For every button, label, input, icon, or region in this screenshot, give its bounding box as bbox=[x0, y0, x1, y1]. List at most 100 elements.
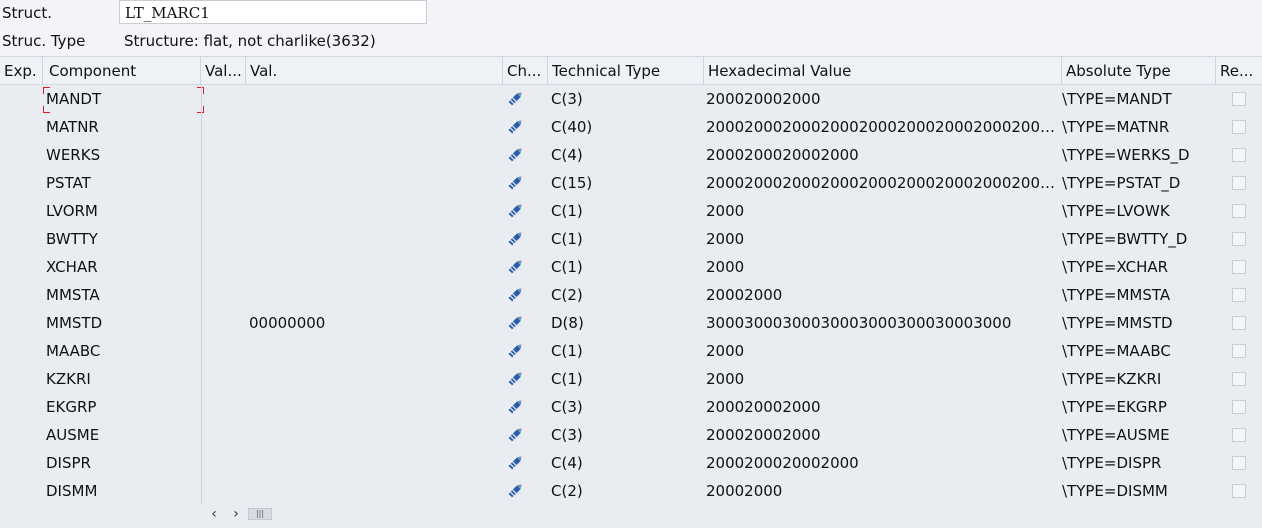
re-checkbox[interactable] bbox=[1232, 148, 1246, 162]
table-row[interactable]: MAABC C(1) 2000 \TYPE=MAABC bbox=[0, 337, 1262, 365]
re-checkbox[interactable] bbox=[1232, 484, 1246, 498]
chevron-right-icon[interactable]: › bbox=[228, 506, 244, 522]
component-cell[interactable]: DISMM bbox=[46, 477, 196, 505]
component-cell[interactable]: MMSTA bbox=[46, 281, 196, 309]
pencil-icon[interactable] bbox=[506, 340, 528, 360]
pencil-icon[interactable] bbox=[506, 396, 528, 416]
technical-type-cell: D(8) bbox=[551, 314, 584, 332]
column-divider bbox=[201, 85, 202, 504]
component-cell[interactable]: MANDT bbox=[46, 85, 196, 113]
struc-type-label: Struc. Type bbox=[2, 32, 86, 50]
hex-value-cell: 2000 bbox=[706, 342, 745, 360]
component-cell[interactable]: DISPR bbox=[46, 449, 196, 477]
table-row[interactable]: MMSTA C(2) 20002000 \TYPE=MMSTA bbox=[0, 281, 1262, 309]
col-header-absolute-type[interactable]: Absolute Type bbox=[1062, 57, 1216, 85]
technical-type-cell: C(40) bbox=[551, 118, 593, 136]
re-checkbox[interactable] bbox=[1232, 344, 1246, 358]
table-row[interactable]: MMSTD 00000000 D(8) 30003000300030003000300… bbox=[0, 309, 1262, 337]
component-cell[interactable]: XCHAR bbox=[46, 253, 196, 281]
pencil-icon[interactable] bbox=[506, 88, 528, 108]
component-cell[interactable]: KZKRI bbox=[46, 365, 196, 393]
table-row[interactable]: PSTAT C(15) 200020002000200020002000200020… bbox=[0, 169, 1262, 197]
pencil-icon[interactable] bbox=[506, 228, 528, 248]
re-checkbox[interactable] bbox=[1232, 456, 1246, 470]
re-checkbox[interactable] bbox=[1232, 176, 1246, 190]
pencil-icon[interactable] bbox=[506, 144, 528, 164]
struct-name-field[interactable]: LT_MARC1 bbox=[119, 0, 427, 24]
structure-grid: Exp. Component Val... Val. Ch... Technic… bbox=[0, 56, 1262, 504]
technical-type-cell: C(3) bbox=[551, 426, 583, 444]
table-row[interactable]: LVORM C(1) 2000 \TYPE=LVOWK bbox=[0, 197, 1262, 225]
component-cell[interactable]: EKGRP bbox=[46, 393, 196, 421]
component-cell[interactable]: WERKS bbox=[46, 141, 196, 169]
component-cell[interactable]: MATNR bbox=[46, 113, 196, 141]
pencil-icon[interactable] bbox=[506, 424, 528, 444]
re-checkbox[interactable] bbox=[1232, 204, 1246, 218]
table-row[interactable]: KZKRI C(1) 2000 \TYPE=KZKRI bbox=[0, 365, 1262, 393]
re-checkbox[interactable] bbox=[1232, 120, 1246, 134]
col-header-change[interactable]: Ch... bbox=[503, 57, 548, 85]
value-cell[interactable]: 00000000 bbox=[249, 309, 499, 337]
struct-label: Struct. bbox=[2, 4, 52, 22]
hex-value-cell: 2000200020002000 bbox=[706, 146, 859, 164]
pencil-icon[interactable] bbox=[506, 256, 528, 276]
table-row[interactable]: EKGRP C(3) 200020002000 \TYPE=EKGRP bbox=[0, 393, 1262, 421]
technical-type-cell: C(1) bbox=[551, 370, 583, 388]
table-row[interactable]: MATNR C(40) 200020002000200020002000200020… bbox=[0, 113, 1262, 141]
struc-type-row: Struc. Type Structure: flat, not charlik… bbox=[0, 28, 1262, 55]
component-cell[interactable]: MMSTD bbox=[46, 309, 196, 337]
pencil-icon[interactable] bbox=[506, 284, 528, 304]
table-row[interactable]: AUSME C(3) 200020002000 \TYPE=AUSME bbox=[0, 421, 1262, 449]
hex-value-cell: 2000 bbox=[706, 230, 745, 248]
hex-value-cell: 200020002000 bbox=[706, 426, 821, 444]
table-row[interactable]: WERKS C(4) 2000200020002000 \TYPE=WERKS_D bbox=[0, 141, 1262, 169]
technical-type-cell: C(1) bbox=[551, 258, 583, 276]
component-cell[interactable]: LVORM bbox=[46, 197, 196, 225]
pencil-icon[interactable] bbox=[506, 452, 528, 472]
absolute-type-cell: \TYPE=XCHAR bbox=[1062, 258, 1169, 276]
hex-value-cell: 20002000 bbox=[706, 482, 783, 500]
table-row[interactable]: MANDT C(3) 200020002000 \TYPE=MANDT bbox=[0, 85, 1262, 113]
absolute-type-cell: \TYPE=MMSTA bbox=[1062, 286, 1171, 304]
component-cell[interactable]: BWTTY bbox=[46, 225, 196, 253]
component-cell[interactable]: AUSME bbox=[46, 421, 196, 449]
col-header-re[interactable]: Re... bbox=[1216, 57, 1262, 85]
col-header-val-short[interactable]: Val... bbox=[201, 57, 246, 85]
re-checkbox[interactable] bbox=[1232, 316, 1246, 330]
col-header-hex[interactable]: Hexadecimal Value bbox=[704, 57, 1062, 85]
component-cell[interactable]: PSTAT bbox=[46, 169, 196, 197]
col-header-component[interactable]: Component bbox=[43, 57, 201, 85]
component-cell[interactable]: MAABC bbox=[46, 337, 196, 365]
pencil-icon[interactable] bbox=[506, 312, 528, 332]
table-row[interactable]: BWTTY C(1) 2000 \TYPE=BWTTY_D bbox=[0, 225, 1262, 253]
scroll-thumb[interactable]: ||| bbox=[248, 508, 272, 520]
col-header-technical-type[interactable]: Technical Type bbox=[548, 57, 704, 85]
pencil-icon[interactable] bbox=[506, 480, 528, 500]
col-header-exp[interactable]: Exp. bbox=[0, 57, 43, 85]
struct-row: Struct. LT_MARC1 bbox=[0, 0, 1262, 27]
absolute-type-cell: \TYPE=WERKS_D bbox=[1062, 146, 1190, 164]
re-checkbox[interactable] bbox=[1232, 400, 1246, 414]
pencil-icon[interactable] bbox=[506, 200, 528, 220]
pencil-icon[interactable] bbox=[506, 172, 528, 192]
re-checkbox[interactable] bbox=[1232, 232, 1246, 246]
technical-type-cell: C(4) bbox=[551, 146, 583, 164]
re-checkbox[interactable] bbox=[1232, 428, 1246, 442]
absolute-type-cell: \TYPE=MAABC bbox=[1062, 342, 1171, 360]
pencil-icon[interactable] bbox=[506, 116, 528, 136]
re-checkbox[interactable] bbox=[1232, 372, 1246, 386]
re-checkbox[interactable] bbox=[1232, 92, 1246, 106]
re-checkbox[interactable] bbox=[1232, 260, 1246, 274]
re-checkbox[interactable] bbox=[1232, 288, 1246, 302]
table-row[interactable]: DISMM C(2) 20002000 \TYPE=DISMM bbox=[0, 477, 1262, 505]
table-row[interactable]: DISPR C(4) 2000200020002000 \TYPE=DISPR bbox=[0, 449, 1262, 477]
horizontal-scrollbar[interactable]: ‹ › ||| bbox=[202, 504, 1262, 524]
hex-value-cell: 200020002000 bbox=[706, 90, 821, 108]
pencil-icon[interactable] bbox=[506, 368, 528, 388]
table-row[interactable]: XCHAR C(1) 2000 \TYPE=XCHAR bbox=[0, 253, 1262, 281]
col-header-val[interactable]: Val. bbox=[246, 57, 503, 85]
chevron-left-icon[interactable]: ‹ bbox=[206, 506, 222, 522]
hex-value-cell: 2000 bbox=[706, 202, 745, 220]
hex-value-cell: 30003000300030003000300030003000 bbox=[706, 314, 1012, 332]
hex-value-cell: 20002000 bbox=[706, 286, 783, 304]
